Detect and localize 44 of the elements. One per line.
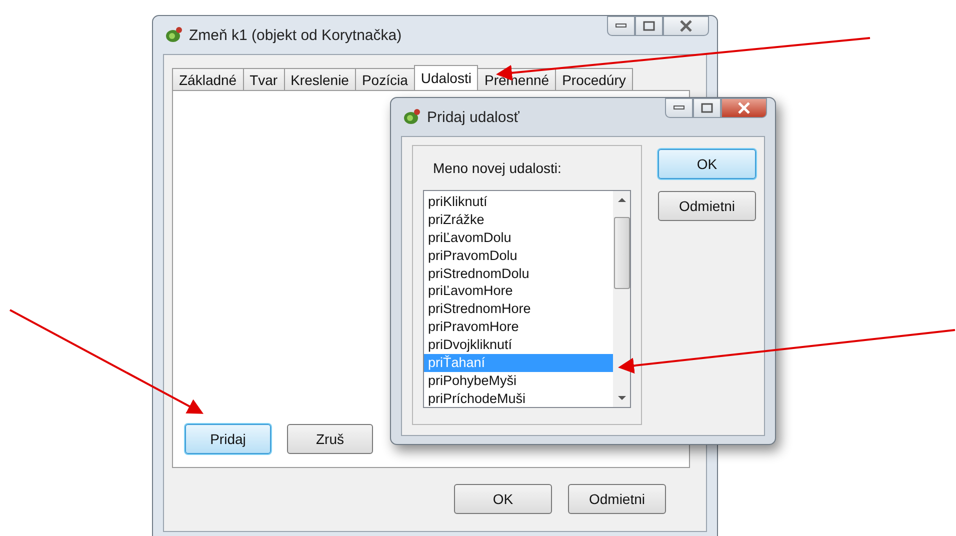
panel-button[interactable]: Zruš [287,424,373,454]
minimize-button[interactable] [665,98,693,118]
list-item[interactable]: priPravomHore [424,318,613,336]
scroll-down-icon[interactable] [616,395,626,401]
dialog-button[interactable]: Odmietni [658,191,756,221]
list-item[interactable]: priPravomDolu [424,246,613,265]
close-icon [737,102,751,114]
tab[interactable]: Procedúry [555,68,633,90]
list-item[interactable]: priPríchodeMuši [424,390,613,408]
list-item[interactable]: priStrednomHore [424,300,613,318]
list-item[interactable]: priKliknutí [424,193,613,211]
list-item[interactable]: priDvojkliknutí [424,336,613,354]
list-item[interactable]: priĽavomHore [424,282,613,300]
tab[interactable]: Kreslenie [284,68,356,90]
panel-button[interactable]: Pridaj [185,424,271,454]
turtle-icon [401,107,421,127]
dialog-button[interactable]: OK [454,484,552,514]
dialog-button[interactable]: OK [658,149,756,179]
list-item[interactable]: priZrážke [424,210,613,229]
close-button[interactable] [721,98,767,118]
maximize-icon [701,103,713,113]
tab[interactable]: Udalosti [414,65,478,90]
scroll-up-icon[interactable] [616,197,626,203]
scrollbar[interactable] [613,191,630,407]
scroll-thumb[interactable] [614,217,630,289]
window-title: Zmeň k1 (objekt od Korytnačka) [189,26,403,44]
minimize-icon [673,105,685,111]
turtle-icon [163,25,183,45]
close-button[interactable] [663,16,709,36]
maximize-button[interactable] [635,16,663,36]
maximize-icon [643,21,655,31]
minimize-button[interactable] [607,16,635,36]
list-item[interactable]: priStrednomDolu [424,264,613,282]
close-icon [679,20,693,32]
minimize-icon [615,23,627,29]
list-item[interactable]: priĽavomDolu [424,228,613,247]
window-title: Pridaj udalosť [427,108,520,126]
tab[interactable]: Tvar [242,68,285,90]
maximize-button[interactable] [693,98,721,118]
tab[interactable]: Pozícia [354,68,415,90]
tab[interactable]: Základné [172,68,244,90]
field-label: Meno novej udalosti: [432,160,562,176]
dialog-button[interactable]: Odmietni [568,484,666,514]
list-item[interactable]: priPohybeMyši [424,372,613,390]
